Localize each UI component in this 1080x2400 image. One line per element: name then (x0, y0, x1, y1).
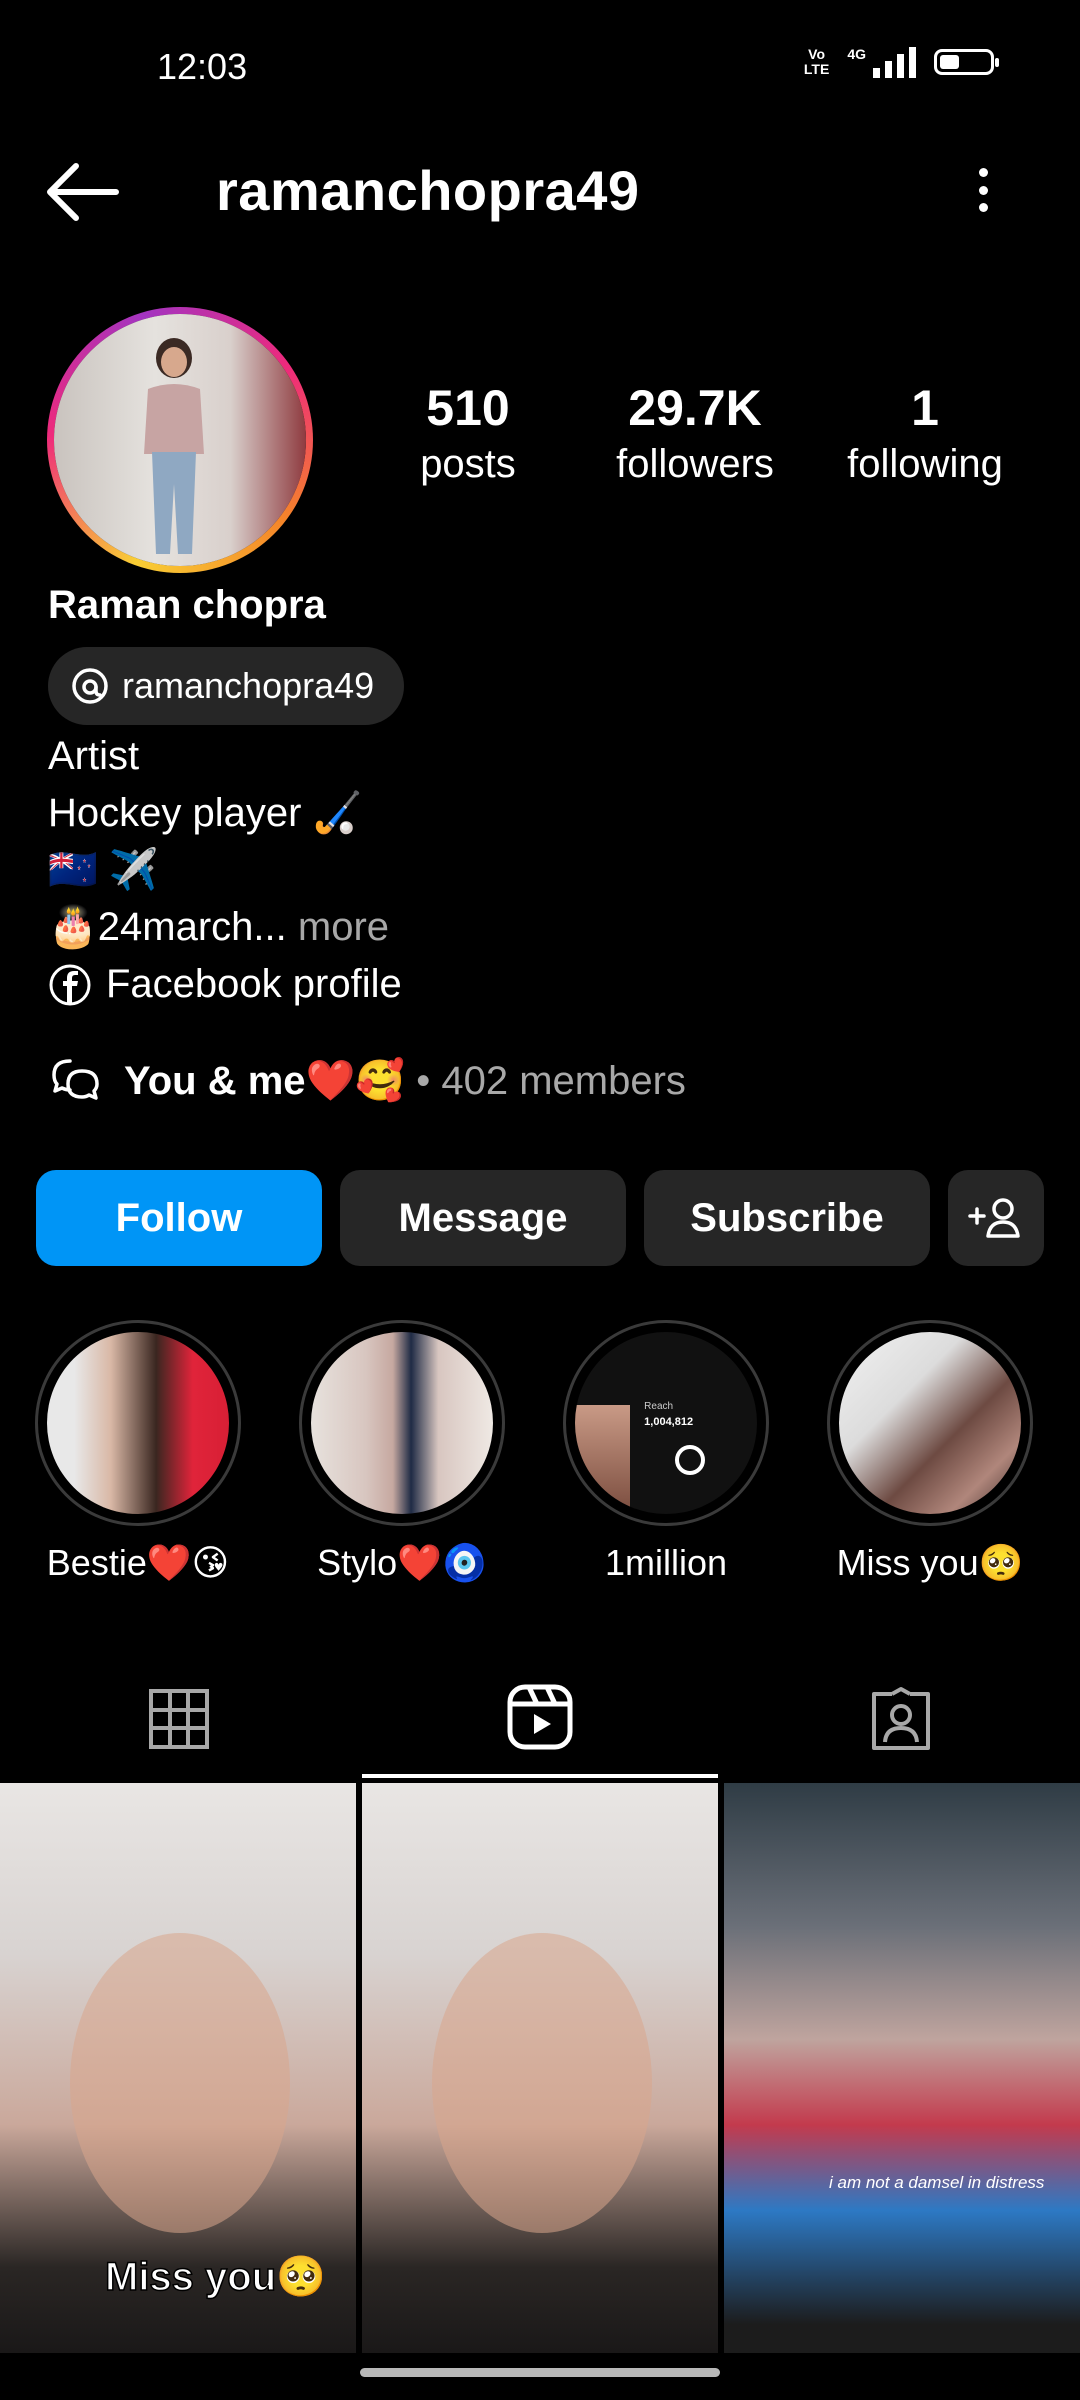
reel-subtitle: i am not a damsel in distress (829, 2173, 1045, 2192)
posts-count[interactable]: 510 posts (395, 380, 541, 492)
reel-thumbnail[interactable]: i am not a damsel in distress (724, 1783, 1080, 2353)
follow-button[interactable]: Follow (36, 1170, 322, 1266)
channel-name: You & me❤️🥰 (124, 1058, 406, 1103)
bio-line: 🇳🇿 ✈️ (48, 848, 159, 892)
reels-icon (507, 1684, 573, 1750)
highlight-item[interactable]: Bestie❤️😘 (33, 1320, 243, 1584)
tab-reels[interactable] (362, 1660, 718, 1778)
tab-tagged[interactable] (722, 1660, 1080, 1778)
bio-more-link[interactable]: more (287, 905, 389, 949)
profile-full-name: Raman chopra (48, 583, 326, 627)
highlight-label: Bestie❤️😘 (46, 1542, 230, 1583)
battery-icon (934, 49, 999, 75)
broadcast-channel[interactable]: You & me❤️🥰 • 402 members (48, 1055, 686, 1105)
home-indicator[interactable] (360, 2368, 720, 2377)
profile-username-title: ramanchopra49 (216, 159, 640, 222)
volte-icon: Vo LTE (803, 46, 830, 77)
reel-thumbnail[interactable] (362, 1783, 718, 2353)
channel-members: • 402 members (405, 1058, 686, 1103)
chat-bubbles-icon (52, 1059, 99, 1100)
highlight-cover: Reach 1,004,812 (575, 1332, 757, 1514)
avatar-photo (54, 314, 306, 566)
reel-caption: Miss you🥺 (104, 2254, 326, 2300)
highlight-item[interactable]: Reach 1,004,812 1million (561, 1320, 771, 1584)
subscribe-button[interactable]: Subscribe (644, 1170, 930, 1266)
status-time: 12:03 (157, 46, 248, 87)
reel-thumbnail[interactable]: Miss you🥺 (0, 1783, 356, 2353)
bio-line: 🎂24march... more (48, 905, 390, 949)
highlight-cover (311, 1332, 493, 1514)
grid-icon (149, 1689, 209, 1749)
threads-badge[interactable]: ramanchopra49 (48, 647, 405, 725)
highlight-item[interactable]: Stylo❤️🧿 (297, 1320, 507, 1584)
followers-count[interactable]: 29.7K followers (600, 380, 790, 492)
following-count[interactable]: 1 following (832, 380, 1018, 492)
message-button[interactable]: Message (340, 1170, 626, 1266)
bio-line: Hockey player 🏑 (48, 791, 363, 835)
tagged-person-icon (872, 1687, 930, 1750)
threads-handle: ramanchopra49 (122, 665, 375, 706)
status-icons: Vo LTE 4G (803, 46, 999, 78)
facebook-icon (49, 964, 91, 1005)
add-user-button[interactable] (948, 1170, 1044, 1266)
facebook-profile-link[interactable]: Facebook profile (48, 956, 402, 1013)
bio-line: Artist (48, 734, 140, 778)
highlight-label: Miss you🥺 (836, 1542, 1024, 1583)
profile-avatar[interactable] (47, 307, 313, 573)
profile-bio: Artist Hockey player 🏑 🇳🇿 ✈️ 🎂24march...… (48, 728, 402, 1013)
highlight-label: 1million (604, 1542, 728, 1583)
tab-posts-grid[interactable] (0, 1660, 358, 1778)
back-arrow-icon[interactable] (46, 160, 120, 224)
highlight-label: Stylo❤️🧿 (317, 1542, 487, 1583)
highlight-cover (839, 1332, 1021, 1514)
add-user-icon (968, 1198, 1020, 1238)
more-options-icon[interactable] (968, 160, 998, 220)
highlight-cover (47, 1332, 229, 1514)
threads-icon (72, 668, 108, 704)
signal-icon: 4G (847, 46, 916, 78)
highlight-item[interactable]: Miss you🥺 (825, 1320, 1035, 1584)
